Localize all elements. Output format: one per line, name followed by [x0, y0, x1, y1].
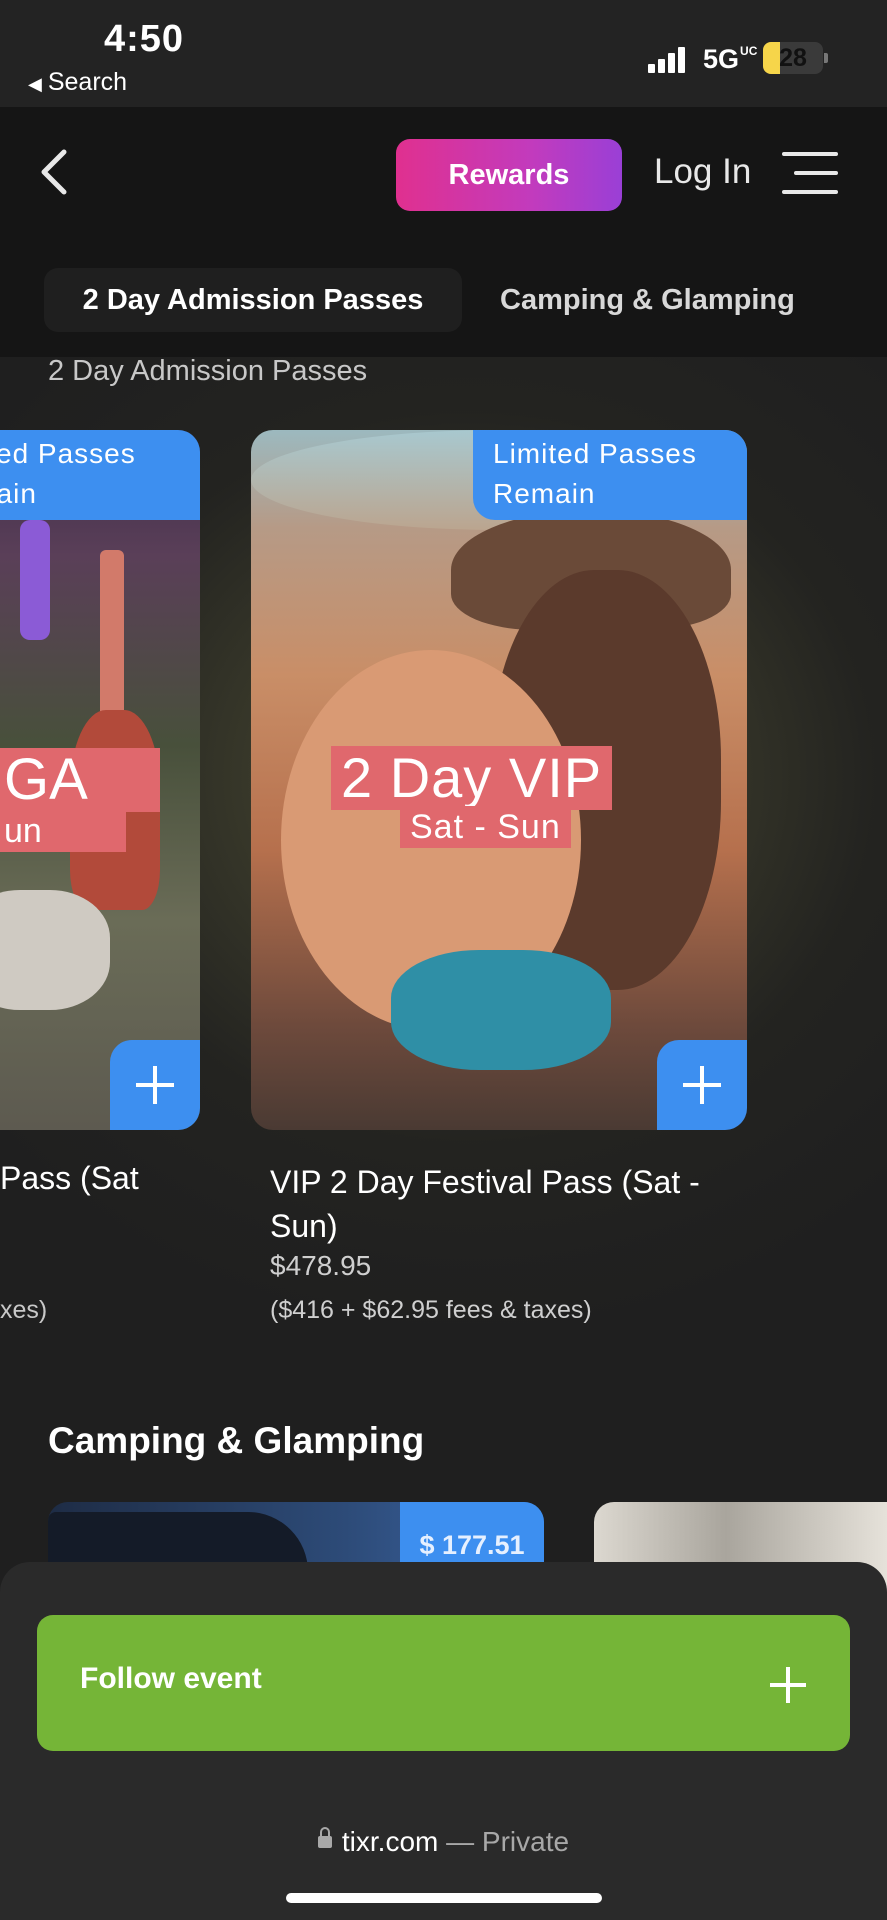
limited-passes-badge: Limited Passes Remain: [473, 430, 747, 520]
badge-line: nain: [0, 478, 37, 509]
battery-level: 28: [779, 44, 807, 72]
network-suffix: UC: [740, 44, 758, 58]
login-link[interactable]: Log In: [654, 152, 751, 192]
badge-line: Limited Passes: [493, 438, 697, 469]
network-type: 5G: [703, 44, 740, 74]
battery-nub: [824, 53, 828, 63]
section-title-admission: 2 Day Admission Passes: [48, 355, 368, 387]
section-title-camping: Camping & Glamping: [48, 1420, 425, 1461]
card-overlay-subtitle: un: [0, 810, 126, 852]
rewards-button[interactable]: Rewards: [396, 139, 622, 211]
bikini-shape: [391, 950, 611, 1070]
card-overlay-title: 2 Day VIP: [331, 746, 613, 810]
blanket: [0, 890, 110, 1010]
tab-2-day-admission-passes[interactable]: 2 Day Admission Passes: [44, 268, 462, 332]
back-triangle-icon: ◀: [28, 74, 42, 94]
network-indicator: 5GUC: [703, 44, 757, 75]
battery-icon: 28: [763, 42, 823, 74]
ga-pass-card[interactable]: ited Passes nain GA un: [0, 430, 200, 1130]
follow-event-label: Follow event: [80, 1662, 262, 1695]
status-time: 4:50: [104, 18, 185, 60]
add-vip-pass-button[interactable]: [657, 1040, 747, 1130]
stage-light: [20, 520, 50, 640]
chevron-left-icon: [41, 149, 67, 195]
signal-icon: [648, 47, 688, 73]
browser-url-bar[interactable]: tixr.com — Private: [0, 1826, 887, 1858]
ga-pass-fees: xes): [0, 1296, 48, 1324]
back-to-app-link[interactable]: ◀ Search: [28, 68, 127, 97]
vip-pass-price: $478.95: [270, 1250, 372, 1281]
card-overlay-subtitle: Sat - Sun: [400, 806, 571, 848]
badge-line: Remain: [493, 478, 596, 509]
ga-pass-name[interactable]: Pass (Sat: [0, 1160, 139, 1197]
badge-line: ited Passes: [0, 438, 136, 469]
back-button[interactable]: [36, 146, 76, 198]
vip-pass-name[interactable]: VIP 2 Day Festival Pass (Sat - Sun): [270, 1160, 740, 1248]
hamburger-menu-icon[interactable]: [782, 150, 840, 196]
back-app-label: Search: [47, 68, 128, 96]
vip-pass-card[interactable]: Limited Passes Remain 2 Day VIP Sat - Sun: [251, 430, 747, 1130]
url-privacy-label: — Private: [446, 1826, 570, 1857]
stage-pillar: [100, 550, 124, 720]
home-indicator[interactable]: [286, 1893, 602, 1903]
tab-camping-glamping[interactable]: Camping & Glamping: [500, 268, 795, 332]
card-overlay-title: GA: [0, 748, 160, 812]
url-domain: tixr.com: [341, 1826, 439, 1857]
lock-icon: [317, 1826, 332, 1848]
vip-pass-fees: ($416 + $62.95 fees & taxes): [270, 1296, 592, 1324]
plus-icon: [770, 1667, 806, 1703]
add-ga-pass-button[interactable]: [110, 1040, 200, 1130]
limited-passes-badge: ited Passes nain: [0, 430, 200, 520]
